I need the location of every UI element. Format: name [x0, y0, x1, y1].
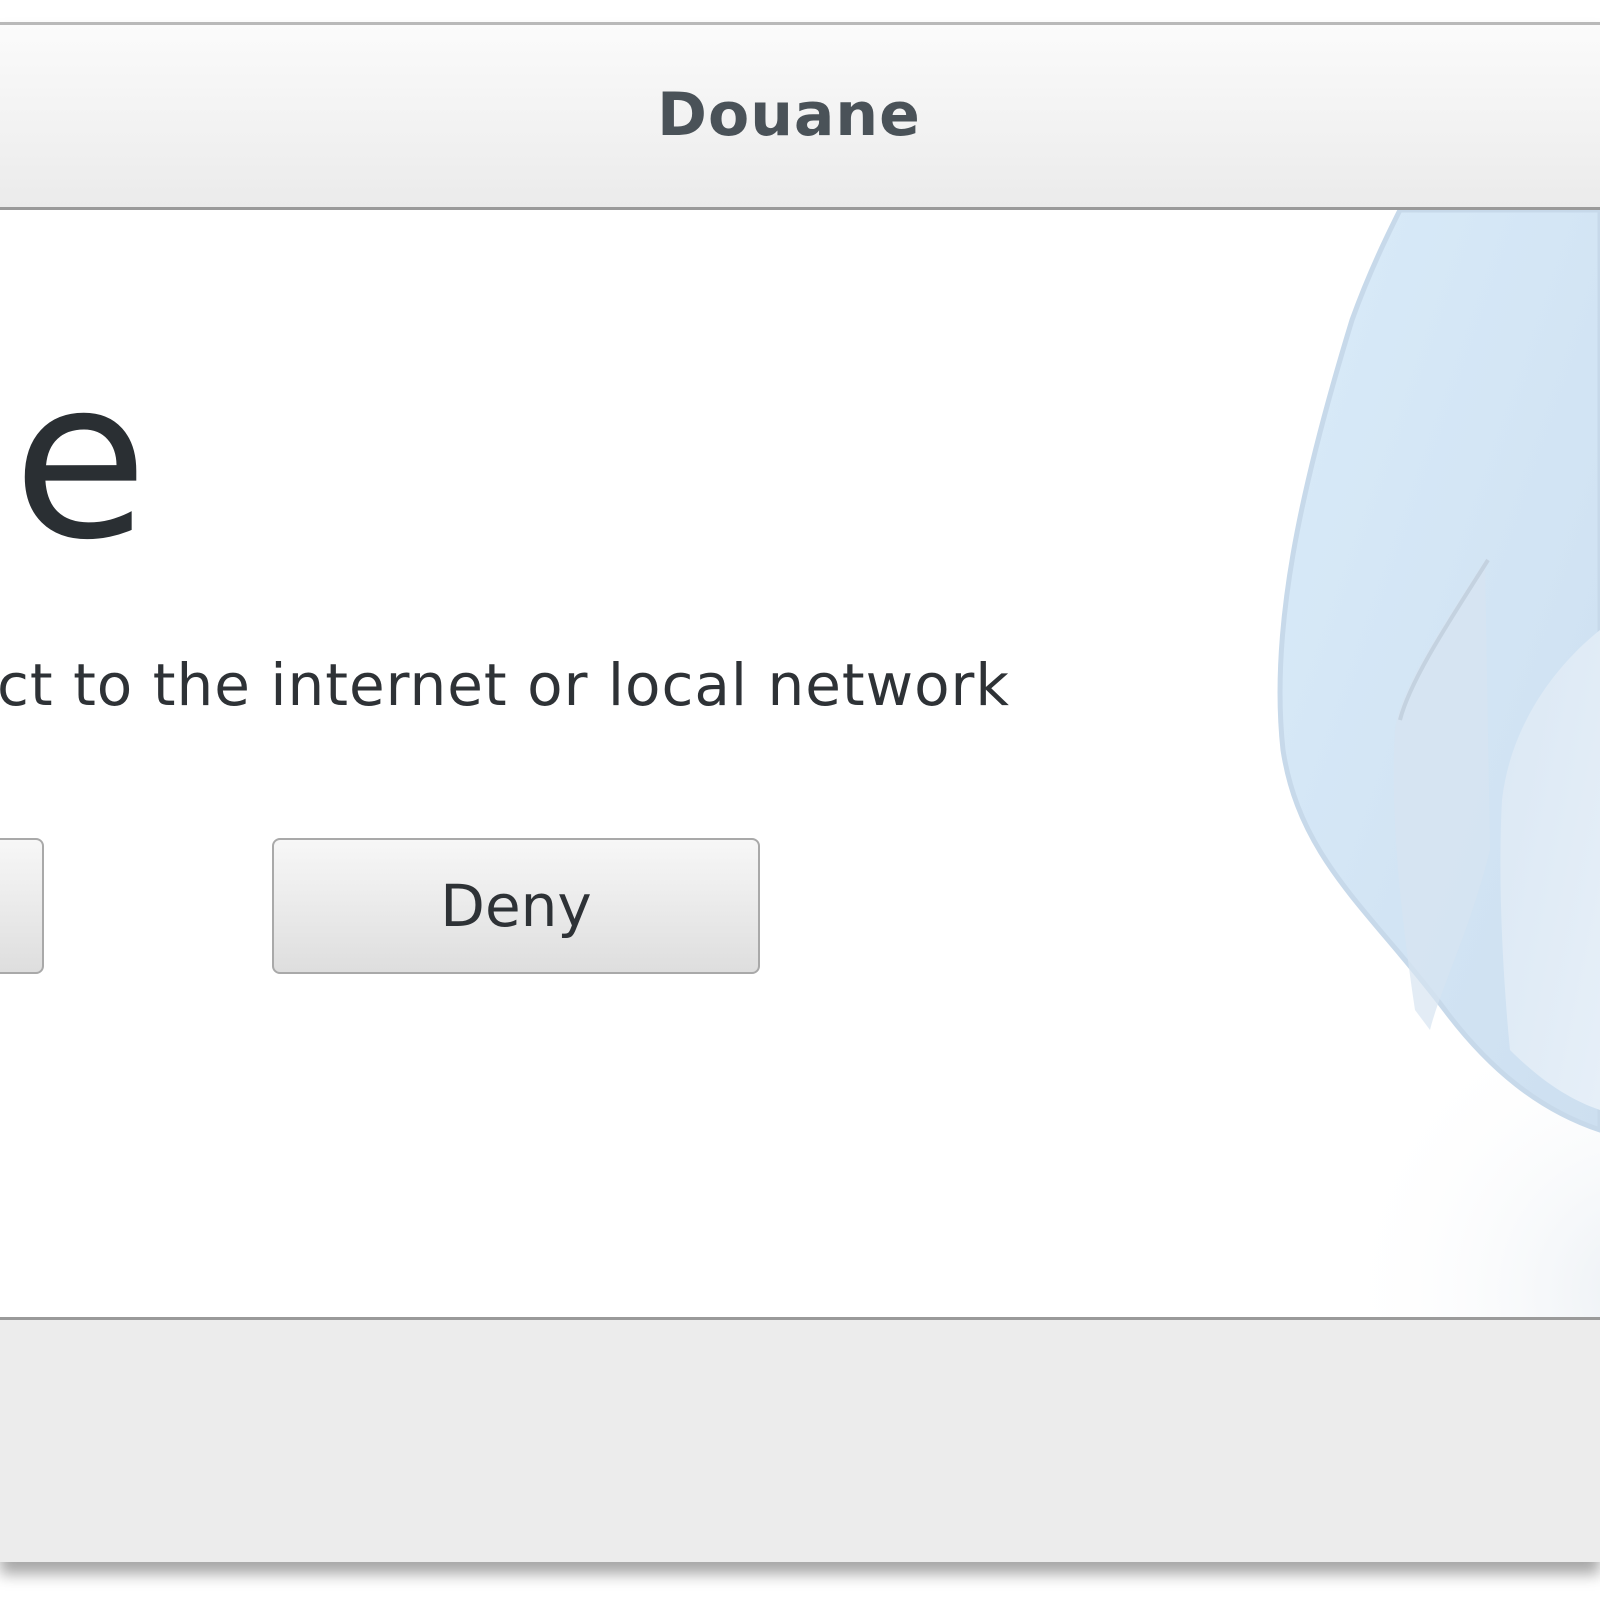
allow-button[interactable]: [0, 838, 44, 974]
douane-window: Douane ie: [0, 22, 1600, 1562]
window-title: Douane: [657, 80, 921, 150]
connection-description: ct to the internet or local network: [0, 651, 1010, 719]
douane-shield-artwork-icon: [1277, 210, 1600, 1317]
deny-button[interactable]: Deny: [272, 838, 760, 974]
window-bottom-area: [0, 1320, 1600, 1562]
application-name: ie: [0, 340, 148, 580]
window-titlebar[interactable]: Douane: [0, 22, 1600, 210]
dialog-content: ie ct to the internet or local network D…: [0, 210, 1600, 1320]
